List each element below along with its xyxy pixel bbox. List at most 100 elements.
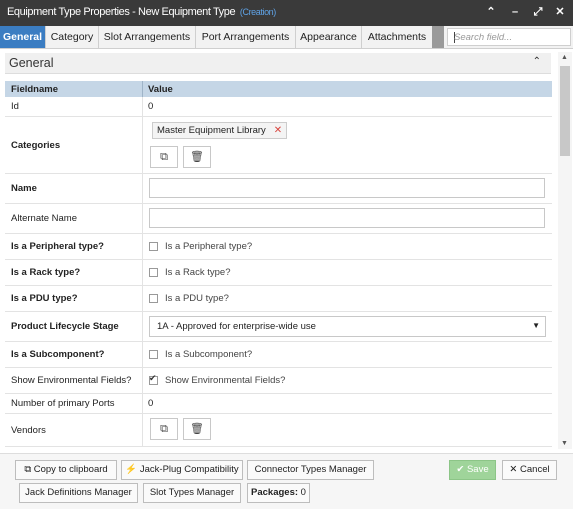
id-value: 0 bbox=[148, 101, 154, 112]
environmental-option[interactable]: Show Environmental Fields? bbox=[165, 375, 285, 386]
fieldname-header: Fieldname bbox=[11, 84, 58, 95]
save-label: Save bbox=[466, 464, 489, 475]
general-section-header[interactable]: General ⌃ bbox=[5, 53, 551, 74]
subcomponent-label: Is a Subcomponent? bbox=[11, 349, 105, 360]
delete-categories-button[interactable]: 🗑 bbox=[183, 146, 211, 168]
vertical-scrollbar[interactable]: ▲ ▼ bbox=[558, 52, 572, 449]
row-id: Id 0 bbox=[5, 97, 552, 117]
environmental-label: Show Environmental Fields? bbox=[11, 375, 132, 386]
row-name: Name bbox=[5, 174, 552, 204]
pdu-option[interactable]: Is a PDU type? bbox=[165, 293, 229, 304]
jack-definitions-manager-button[interactable]: Jack Definitions Manager bbox=[19, 483, 138, 503]
value-header: Value bbox=[148, 84, 173, 95]
copy-icon: ⧉ bbox=[160, 423, 168, 435]
categories-label: Categories bbox=[11, 140, 61, 151]
minimize-icon[interactable]: – bbox=[508, 5, 522, 19]
title-bar: Equipment Type Properties - New Equipmen… bbox=[0, 0, 573, 26]
jack-plug-compatibility-button[interactable]: ⚡ Jack-Plug Compatibility bbox=[121, 460, 243, 480]
row-rack: Is a Rack type? Is a Rack type? bbox=[5, 260, 552, 286]
lifecycle-value: 1A - Approved for enterprise-wide use bbox=[157, 321, 316, 332]
jack-plug-label: Jack-Plug Compatibility bbox=[139, 464, 239, 475]
lifecycle-label: Product Lifecycle Stage bbox=[11, 321, 119, 332]
trash-icon: 🗑 bbox=[190, 423, 204, 435]
tab-category[interactable]: Category bbox=[46, 26, 99, 48]
chevron-up-icon[interactable]: ⌃ bbox=[484, 5, 498, 19]
connector-types-manager-button[interactable]: Connector Types Manager bbox=[247, 460, 374, 480]
subcomponent-option[interactable]: Is a Subcomponent? bbox=[165, 349, 252, 360]
packages-label: Packages: bbox=[251, 487, 299, 498]
copy-categories-button[interactable]: ⧉ bbox=[150, 146, 178, 168]
tab-bar: General Category Slot Arrangements Port … bbox=[0, 26, 573, 49]
tab-appearance[interactable]: Appearance bbox=[296, 26, 362, 48]
trash-icon: 🗑 bbox=[190, 151, 204, 163]
search-input[interactable]: Search field... bbox=[447, 28, 571, 46]
packages-button[interactable]: Packages: 0 bbox=[247, 483, 310, 503]
name-label: Name bbox=[11, 183, 37, 194]
row-lifecycle: Product Lifecycle Stage 1A - Approved fo… bbox=[5, 312, 552, 342]
row-environmental: Show Environmental Fields? Show Environm… bbox=[5, 368, 552, 394]
close-icon[interactable]: ✕ bbox=[553, 5, 567, 19]
row-categories: Categories Master Equipment Library ✕ ⧉ 🗑 bbox=[5, 117, 552, 174]
remove-tag-icon[interactable]: ✕ bbox=[274, 125, 282, 136]
collapse-chevron-icon[interactable]: ⌃ bbox=[533, 56, 541, 67]
row-alternate-name: Alternate Name bbox=[5, 204, 552, 234]
packages-count: 0 bbox=[300, 487, 306, 498]
environmental-checkbox[interactable] bbox=[149, 373, 158, 385]
tab-bar-spacer bbox=[432, 26, 444, 48]
copy-icon: ⧉ bbox=[160, 151, 168, 163]
grid-header: Fieldname Value bbox=[5, 81, 552, 97]
primary-ports-label: Number of primary Ports bbox=[11, 398, 115, 409]
cancel-label: Cancel bbox=[520, 464, 550, 475]
name-input[interactable] bbox=[149, 178, 545, 198]
tab-slot-arrangements[interactable]: Slot Arrangements bbox=[99, 26, 196, 48]
peripheral-checkbox[interactable] bbox=[149, 242, 158, 251]
delete-vendors-button[interactable]: 🗑 bbox=[183, 418, 211, 440]
row-peripheral: Is a Peripheral type? Is a Peripheral ty… bbox=[5, 234, 552, 260]
dropdown-arrow-icon: ▼ bbox=[532, 321, 540, 330]
window-title: Equipment Type Properties - New Equipmen… bbox=[7, 6, 276, 18]
pdu-label: Is a PDU type? bbox=[11, 293, 78, 304]
copy-label: Copy to clipboard bbox=[33, 464, 108, 475]
copy-to-clipboard-button[interactable]: ⧉ Copy to clipboard bbox=[15, 460, 117, 480]
row-pdu: Is a PDU type? Is a PDU type? bbox=[5, 286, 552, 312]
tab-general[interactable]: General bbox=[0, 26, 46, 48]
window-title-text: Equipment Type Properties - New Equipmen… bbox=[7, 6, 236, 18]
scroll-up-icon[interactable]: ▲ bbox=[561, 54, 568, 61]
subcomponent-checkbox[interactable] bbox=[149, 350, 158, 359]
maximize-icon[interactable]: ⤢ bbox=[531, 5, 545, 19]
search-placeholder: Search field... bbox=[454, 32, 513, 43]
row-subcomponent: Is a Subcomponent? Is a Subcomponent? bbox=[5, 342, 552, 368]
category-tag-text: Master Equipment Library bbox=[157, 125, 266, 136]
copy-vendors-button[interactable]: ⧉ bbox=[150, 418, 178, 440]
cancel-button[interactable]: ✕ Cancel bbox=[502, 460, 557, 480]
peripheral-label: Is a Peripheral type? bbox=[11, 241, 104, 252]
scrollbar-thumb[interactable] bbox=[560, 66, 570, 156]
save-button[interactable]: ✔ Save bbox=[449, 460, 496, 480]
rack-checkbox[interactable] bbox=[149, 268, 158, 277]
rack-option[interactable]: Is a Rack type? bbox=[165, 267, 230, 278]
plug-icon: ⚡ bbox=[125, 464, 138, 475]
category-tag: Master Equipment Library ✕ bbox=[152, 122, 288, 139]
tab-port-arrangements[interactable]: Port Arrangements bbox=[196, 26, 296, 48]
alternate-name-input[interactable] bbox=[149, 208, 545, 228]
close-icon: ✕ bbox=[509, 464, 518, 475]
window-mode: (Creation) bbox=[239, 7, 276, 17]
row-vendors: Vendors ⧉ 🗑 bbox=[5, 414, 552, 447]
primary-ports-value: 0 bbox=[148, 398, 154, 409]
vendors-label: Vendors bbox=[11, 425, 46, 436]
tab-attachments[interactable]: Attachments bbox=[362, 26, 433, 48]
alternate-name-label: Alternate Name bbox=[11, 213, 78, 224]
slot-types-manager-button[interactable]: Slot Types Manager bbox=[143, 483, 241, 503]
row-primary-ports: Number of primary Ports 0 bbox=[5, 394, 552, 414]
lifecycle-select[interactable]: 1A - Approved for enterprise-wide use ▼ bbox=[149, 316, 546, 337]
pdu-checkbox[interactable] bbox=[149, 294, 158, 303]
peripheral-option[interactable]: Is a Peripheral type? bbox=[165, 241, 252, 252]
footer-toolbar: ⧉ Copy to clipboard ⚡ Jack-Plug Compatib… bbox=[0, 453, 573, 509]
check-icon: ✔ bbox=[456, 464, 465, 475]
section-title: General bbox=[9, 56, 54, 70]
id-label: Id bbox=[11, 101, 19, 112]
clipboard-icon: ⧉ bbox=[24, 464, 32, 475]
scroll-down-icon[interactable]: ▼ bbox=[561, 440, 568, 447]
header-divider bbox=[142, 81, 143, 97]
rack-label: Is a Rack type? bbox=[11, 267, 81, 278]
